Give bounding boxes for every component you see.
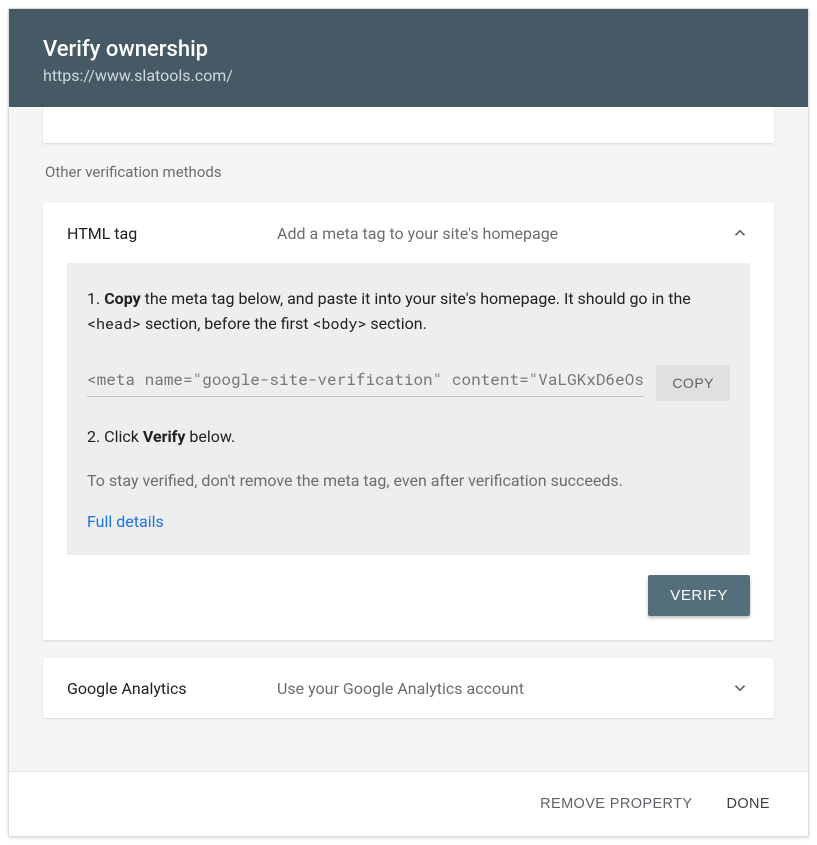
chevron-down-icon: [730, 678, 750, 698]
method-desc: Use your Google Analytics account: [277, 679, 730, 698]
dialog-title: Verify ownership: [43, 37, 774, 62]
meta-tag-row: <meta name="google-site-verification" co…: [87, 365, 730, 401]
method-card-html-tag: HTML tag Add a meta tag to your site's h…: [43, 203, 774, 640]
full-details-link[interactable]: Full details: [87, 512, 164, 531]
verify-ownership-dialog: Verify ownership https://www.slatools.co…: [8, 8, 809, 837]
stay-verified-note: To stay verified, don't remove the meta …: [87, 471, 730, 490]
done-button[interactable]: DONE: [717, 790, 781, 818]
meta-tag-field[interactable]: <meta name="google-site-verification" co…: [87, 369, 644, 397]
dialog-body: Other verification methods HTML tag Add …: [9, 107, 808, 771]
code-body: <body>: [312, 314, 366, 334]
method-header-google-analytics[interactable]: Google Analytics Use your Google Analyti…: [43, 658, 774, 718]
copy-button[interactable]: COPY: [656, 365, 730, 401]
chevron-up-icon: [730, 223, 750, 243]
method-name: HTML tag: [67, 224, 277, 243]
dialog-footer: REMOVE PROPERTY DONE: [9, 771, 808, 836]
dialog-header: Verify ownership https://www.slatools.co…: [9, 9, 808, 107]
method-card-google-analytics: Google Analytics Use your Google Analyti…: [43, 658, 774, 718]
step-2-text: 2. Click Verify below.: [87, 425, 730, 450]
method-html-tag-content: 1. Copy the meta tag below, and paste it…: [67, 263, 750, 555]
method-desc: Add a meta tag to your site's homepage: [277, 224, 730, 243]
other-methods-label: Other verification methods: [45, 163, 774, 181]
verify-button-row: VERIFY: [43, 575, 774, 640]
method-header-html-tag[interactable]: HTML tag Add a meta tag to your site's h…: [43, 203, 774, 263]
previous-method-card-stub: [43, 107, 774, 143]
step-1-text: 1. Copy the meta tag below, and paste it…: [87, 287, 730, 337]
method-name: Google Analytics: [67, 679, 277, 698]
verify-button[interactable]: VERIFY: [648, 575, 750, 616]
dialog-subtitle: https://www.slatools.com/: [43, 66, 774, 85]
remove-property-button[interactable]: REMOVE PROPERTY: [530, 790, 702, 818]
code-head: <head>: [87, 314, 141, 334]
